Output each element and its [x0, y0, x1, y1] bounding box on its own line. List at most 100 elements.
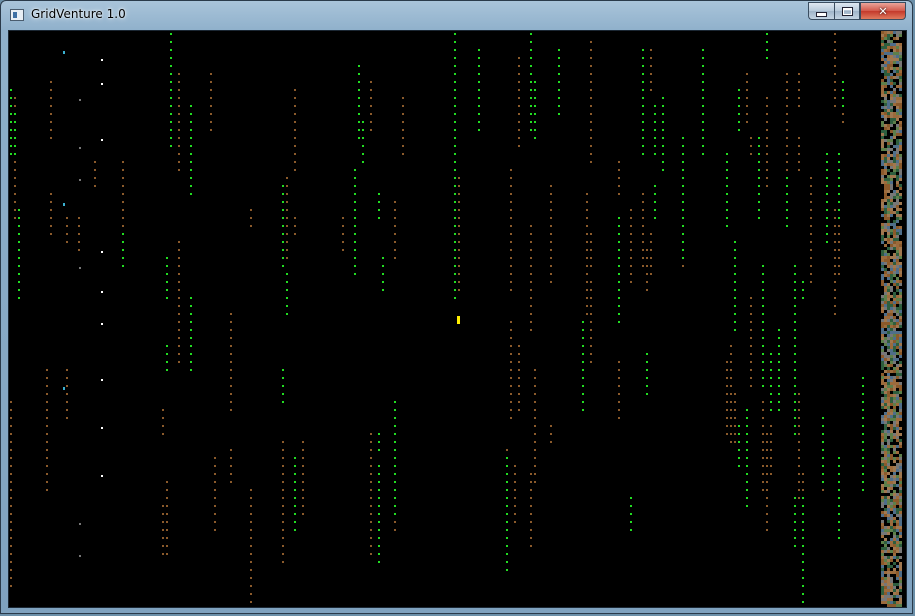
- edge-tile: [881, 280, 884, 283]
- edge-tile: [884, 256, 887, 259]
- grass-tile: [394, 505, 396, 507]
- dirt-tile: [730, 361, 732, 363]
- grass-tile: [378, 505, 380, 507]
- edge-tile: [899, 511, 902, 514]
- grass-tile: [738, 457, 740, 459]
- edge-tile: [887, 358, 890, 361]
- dirt-tile: [178, 129, 180, 131]
- edge-tile: [890, 541, 893, 544]
- edge-tile: [887, 472, 890, 475]
- grass-tile: [794, 537, 796, 539]
- edge-tile: [881, 439, 884, 442]
- grass-tile: [702, 145, 704, 147]
- dirt-tile: [762, 401, 764, 403]
- edge-tile: [893, 370, 896, 373]
- grass-tile: [822, 441, 824, 443]
- edge-tile: [896, 58, 899, 61]
- dirt-tile: [530, 265, 532, 267]
- grass-tile: [282, 241, 284, 243]
- grass-tile: [394, 513, 396, 515]
- maximize-button[interactable]: [834, 2, 860, 20]
- grass-tile: [794, 497, 796, 499]
- stone-tile: [79, 99, 81, 101]
- edge-tile: [893, 331, 896, 334]
- grass-tile: [286, 297, 288, 299]
- close-button[interactable]: ✕: [860, 2, 906, 20]
- grass-tile: [794, 513, 796, 515]
- edge-tile: [884, 484, 887, 487]
- dirt-tile: [518, 105, 520, 107]
- snow-tile: [101, 379, 103, 381]
- dirt-tile: [630, 233, 632, 235]
- grass-tile: [838, 521, 840, 523]
- dirt-tile: [834, 249, 836, 251]
- dirt-tile: [294, 217, 296, 219]
- edge-tile: [893, 361, 896, 364]
- grass-tile: [794, 345, 796, 347]
- edge-tile: [884, 577, 887, 580]
- dirt-tile: [590, 129, 592, 131]
- grass-tile: [354, 217, 356, 219]
- edge-tile: [884, 343, 887, 346]
- grass-tile: [758, 193, 760, 195]
- grass-tile: [10, 137, 12, 139]
- edge-tile: [899, 103, 902, 106]
- grass-tile: [362, 129, 364, 131]
- edge-tile: [884, 292, 887, 295]
- dirt-tile: [798, 153, 800, 155]
- grass-tile: [166, 265, 168, 267]
- grass-tile: [534, 97, 536, 99]
- edge-tile: [899, 445, 902, 448]
- edge-tile: [899, 196, 902, 199]
- edge-tile: [887, 106, 890, 109]
- edge-tile: [887, 496, 890, 499]
- grass-tile: [190, 153, 192, 155]
- edge-tile: [887, 31, 890, 34]
- grass-tile: [170, 73, 172, 75]
- grass-tile: [794, 433, 796, 435]
- edge-tile: [890, 322, 893, 325]
- edge-tile: [896, 310, 899, 313]
- grass-tile: [762, 377, 764, 379]
- dirt-tile: [650, 257, 652, 259]
- edge-tile: [881, 235, 884, 238]
- grass-tile: [358, 97, 360, 99]
- title-bar[interactable]: GridVenture 1.0 ✕: [1, 1, 912, 29]
- grass-tile: [862, 401, 864, 403]
- dirt-tile: [518, 377, 520, 379]
- edge-tile: [899, 163, 902, 166]
- dirt-tile: [178, 273, 180, 275]
- game-grid[interactable]: [9, 31, 906, 607]
- dirt-tile: [178, 353, 180, 355]
- edge-tile: [884, 547, 887, 550]
- grass-tile: [378, 553, 380, 555]
- dirt-tile: [510, 233, 512, 235]
- edge-tile: [887, 298, 890, 301]
- edge-tile: [899, 463, 902, 466]
- app-window-icon[interactable]: [10, 9, 24, 21]
- grass-tile: [558, 89, 560, 91]
- edge-tile: [893, 460, 896, 463]
- dirt-tile: [726, 401, 728, 403]
- edge-tile: [884, 46, 887, 49]
- dirt-tile: [534, 377, 536, 379]
- grass-tile: [794, 521, 796, 523]
- edge-tile: [890, 124, 893, 127]
- edge-tile: [884, 412, 887, 415]
- edge-tile: [887, 388, 890, 391]
- edge-tile: [896, 364, 899, 367]
- dirt-tile: [166, 497, 168, 499]
- grass-tile: [394, 401, 396, 403]
- grass-tile: [762, 353, 764, 355]
- edge-tile: [881, 223, 884, 226]
- grass-tile: [862, 393, 864, 395]
- game-viewport[interactable]: [8, 30, 907, 608]
- minimize-button[interactable]: [808, 2, 834, 20]
- edge-tile: [890, 244, 893, 247]
- edge-tile: [899, 598, 902, 601]
- grass-tile: [354, 185, 356, 187]
- edge-tile: [887, 454, 890, 457]
- edge-tile: [887, 343, 890, 346]
- grass-tile: [282, 209, 284, 211]
- edge-tile: [896, 556, 899, 559]
